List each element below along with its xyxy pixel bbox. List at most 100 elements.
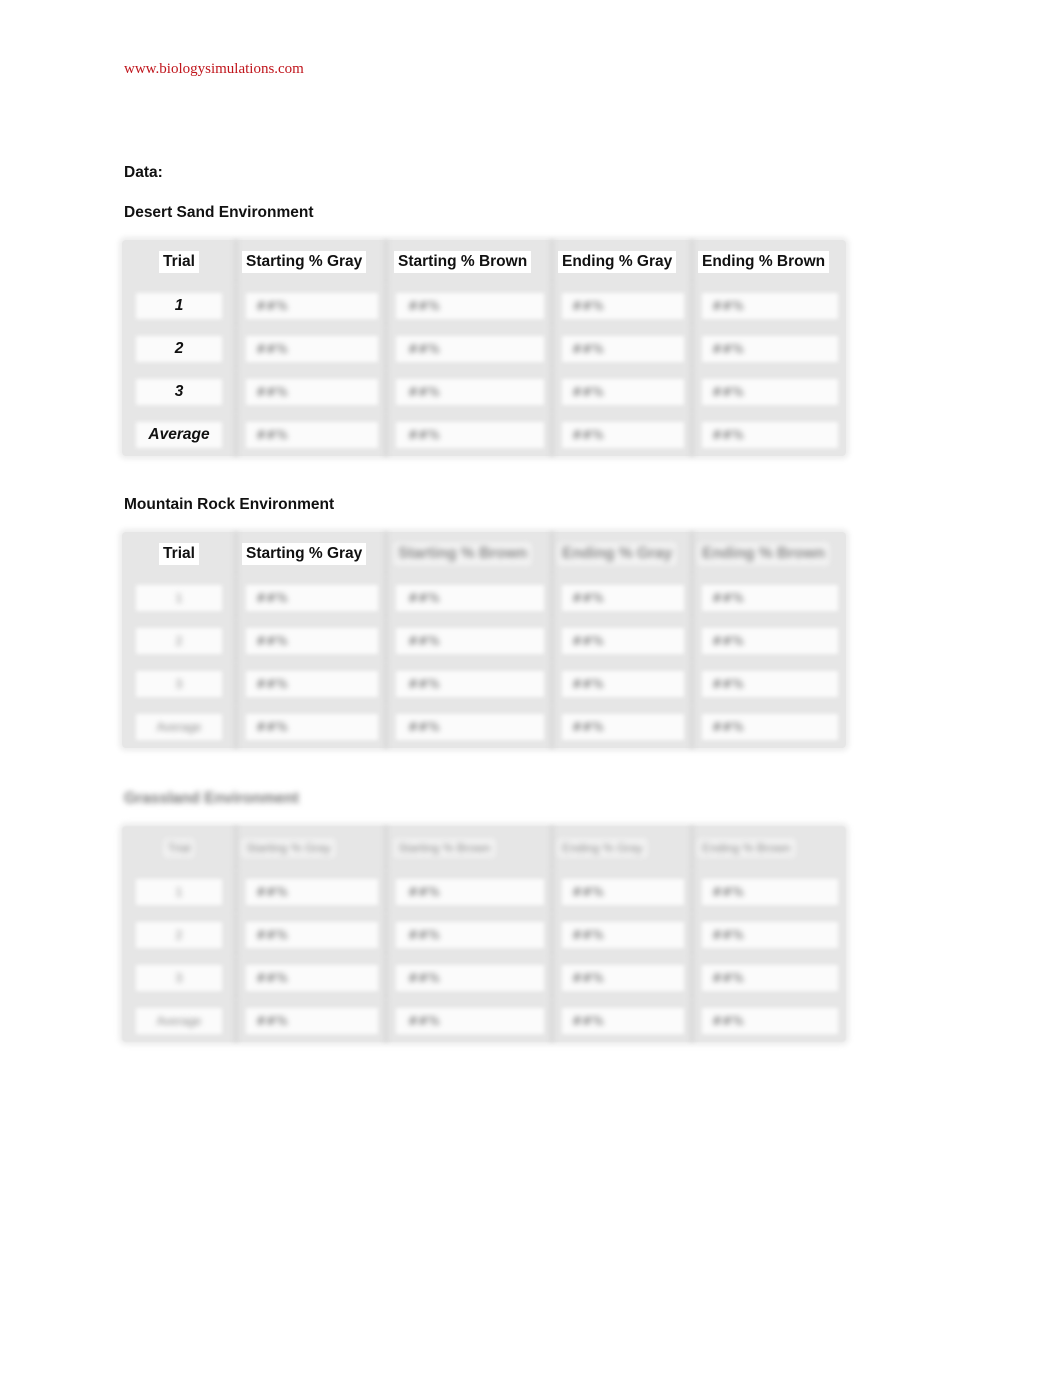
value-cell[interactable]: ##%	[236, 913, 389, 956]
value-cell[interactable]: ##%	[692, 576, 846, 619]
value-cell[interactable]: ##%	[236, 705, 389, 748]
value-cell[interactable]: ##%	[386, 619, 555, 662]
blurred-value: ##%	[712, 590, 744, 605]
column-header-label: Ending % Gray	[558, 543, 677, 565]
value-cell[interactable]: ##%	[386, 999, 555, 1042]
trial-label: 3	[175, 970, 183, 985]
column-header-label: Starting % Brown	[394, 543, 532, 565]
value-cell[interactable]: ##%	[552, 870, 695, 913]
table-header-row: Trial Starting % Gray Starting % Brown Endi…	[122, 826, 846, 870]
value-cell[interactable]: ##%	[692, 619, 846, 662]
column-header: Starting % Brown	[386, 826, 555, 870]
column-header: Ending % Gray	[552, 532, 695, 576]
value-cell[interactable]: ##%	[236, 327, 389, 370]
trial-cell: Average	[122, 999, 239, 1042]
value-cell[interactable]: ##%	[386, 327, 555, 370]
value-cell[interactable]: ##%	[692, 913, 846, 956]
value-cell[interactable]: ##%	[552, 619, 695, 662]
value-cell[interactable]: ##%	[236, 956, 389, 999]
value-cell[interactable]: ##%	[552, 284, 695, 327]
value-cell[interactable]: ##%	[386, 870, 555, 913]
value-cell[interactable]: ##%	[386, 576, 555, 619]
trial-cell: 2	[122, 913, 239, 956]
value-cell[interactable]: ##%	[236, 370, 389, 413]
column-header-label: Ending % Gray	[558, 839, 647, 857]
value-cell[interactable]: ##%	[552, 913, 695, 956]
value-cell[interactable]: ##%	[236, 870, 389, 913]
blurred-value: ##%	[256, 884, 288, 899]
blurred-value: ##%	[572, 384, 604, 399]
value-cell[interactable]: ##%	[692, 870, 846, 913]
value-cell[interactable]: ##%	[236, 662, 389, 705]
value-cell[interactable]: ##%	[386, 705, 555, 748]
blurred-value: ##%	[572, 427, 604, 442]
value-cell[interactable]: ##%	[236, 576, 389, 619]
blurred-value: ##%	[256, 384, 288, 399]
blurred-value: ##%	[408, 384, 440, 399]
blurred-value: ##%	[256, 970, 288, 985]
column-header-label: Trial	[159, 251, 199, 273]
value-cell[interactable]: ##%	[386, 913, 555, 956]
value-cell[interactable]: ##%	[236, 619, 389, 662]
value-cell[interactable]: ##%	[692, 370, 846, 413]
column-header: Trial	[122, 240, 239, 284]
blurred-value: ##%	[572, 298, 604, 313]
column-header-label: Starting % Brown	[394, 839, 495, 857]
value-cell[interactable]: ##%	[692, 705, 846, 748]
value-cell[interactable]: ##%	[552, 413, 695, 456]
table-row: 1 ##% ##% ##% ##%	[122, 284, 846, 327]
value-cell[interactable]: ##%	[552, 705, 695, 748]
value-cell[interactable]: ##%	[692, 327, 846, 370]
table-row: 3 ##% ##% ##% ##%	[122, 370, 846, 413]
value-cell[interactable]: ##%	[236, 999, 389, 1042]
value-cell[interactable]: ##%	[386, 662, 555, 705]
table-title-mountain-rock: Mountain Rock Environment	[124, 496, 335, 513]
blurred-value: ##%	[408, 1013, 440, 1028]
value-cell[interactable]: ##%	[552, 370, 695, 413]
column-header: Starting % Brown	[386, 240, 555, 284]
blurred-value: ##%	[256, 633, 288, 648]
blurred-value: ##%	[572, 590, 604, 605]
value-cell[interactable]: ##%	[552, 662, 695, 705]
table-row: 2 ##% ##% ##% ##%	[122, 619, 846, 662]
blurred-value: ##%	[408, 298, 440, 313]
blurred-value: ##%	[408, 676, 440, 691]
site-link[interactable]: www.biologysimulations.com	[124, 61, 304, 78]
value-cell[interactable]: ##%	[692, 284, 846, 327]
column-header-label: Starting % Brown	[394, 251, 532, 273]
blurred-value: ##%	[408, 927, 440, 942]
value-cell[interactable]: ##%	[386, 370, 555, 413]
value-cell[interactable]: ##%	[552, 956, 695, 999]
blurred-value: ##%	[256, 676, 288, 691]
blurred-value: ##%	[572, 633, 604, 648]
table-title-desert-sand: Desert Sand Environment	[124, 204, 314, 221]
blurred-value: ##%	[712, 970, 744, 985]
value-cell[interactable]: ##%	[692, 956, 846, 999]
column-header: Trial	[122, 826, 239, 870]
value-cell[interactable]: ##%	[386, 413, 555, 456]
value-cell[interactable]: ##%	[552, 327, 695, 370]
blurred-value: ##%	[712, 633, 744, 648]
blurred-value: ##%	[712, 341, 744, 356]
value-cell[interactable]: ##%	[692, 662, 846, 705]
column-header-label: Starting % Gray	[242, 251, 367, 273]
value-cell[interactable]: ##%	[236, 284, 389, 327]
value-cell[interactable]: ##%	[692, 999, 846, 1042]
value-cell[interactable]: ##%	[236, 413, 389, 456]
value-cell[interactable]: ##%	[552, 999, 695, 1042]
column-header: Trial	[122, 532, 239, 576]
value-cell[interactable]: ##%	[692, 413, 846, 456]
column-header-label: Trial	[159, 543, 199, 565]
value-cell[interactable]: ##%	[386, 284, 555, 327]
table-row: 2 ##% ##% ##% ##%	[122, 913, 846, 956]
trial-cell: 2	[122, 327, 239, 370]
blurred-value: ##%	[572, 341, 604, 356]
trial-cell: 2	[122, 619, 239, 662]
value-cell[interactable]: ##%	[386, 956, 555, 999]
value-cell[interactable]: ##%	[552, 576, 695, 619]
blurred-value: ##%	[408, 970, 440, 985]
blurred-value: ##%	[256, 590, 288, 605]
table-row: Average ##% ##% ##% ##%	[122, 999, 846, 1042]
blurred-value: ##%	[712, 676, 744, 691]
blurred-value: ##%	[572, 970, 604, 985]
